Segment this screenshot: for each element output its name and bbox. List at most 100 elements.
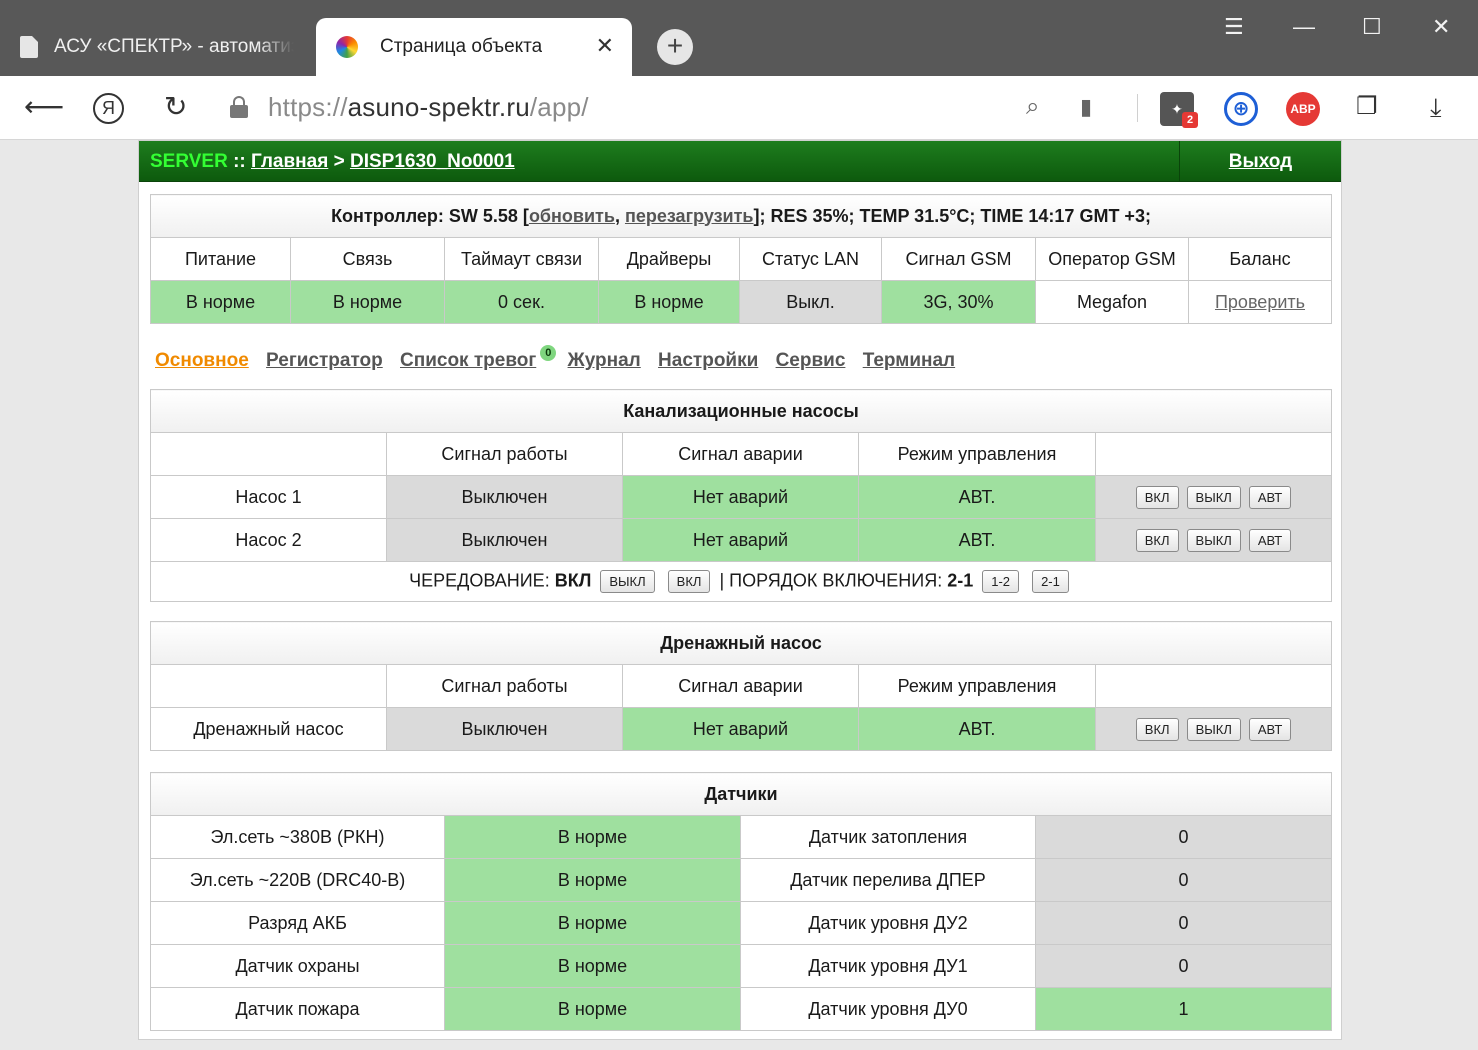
controller-info: Контроллер: SW 5.58 [обновить, перезагру… [149,194,1333,238]
gsm-signal: 3G, 30% [881,280,1036,324]
alternation-on-button[interactable]: ВКЛ [667,570,711,593]
reload-icon[interactable]: ↻ [164,90,187,124]
pump-on-button[interactable]: ВКЛ [1135,485,1179,509]
tab-alarm-list[interactable]: Список тревог [400,350,536,371]
tab-journal[interactable]: Журнал [568,350,641,371]
logout-link[interactable]: Выход [1229,151,1292,172]
table-row: Насос 2 Выключен Нет аварий АВТ. ВКЛ ВЫКЛ… [150,518,1332,562]
logout-cell: Выход [1179,141,1341,182]
col-header: Баланс [1187,237,1333,281]
col-header: Питание [150,237,291,281]
sensor-name: Эл.сеть ~220В (DRC40-B) [150,858,445,902]
order-1-2-button[interactable]: 1-2 [982,570,1020,593]
sensor-name: Датчик затопления [740,815,1036,859]
sensor-value: В норме [444,901,741,945]
pump-on-button[interactable]: ВКЛ [1135,717,1179,741]
search-page-icon[interactable]: ⌕ [1026,90,1039,124]
alarm-signal: Нет аварий [622,707,859,751]
update-link[interactable]: обновить [529,206,615,226]
sensor-value: 0 [1035,858,1332,902]
section-menu: Основное Регистратор Список тревог 0 Журн… [155,345,967,372]
sensor-value: В норме [444,944,741,988]
pump-name: Насос 2 [150,518,387,562]
breadcrumb-home-link[interactable]: Главная [251,151,328,172]
col-header: Связь [290,237,445,281]
browser-menu-icon[interactable]: ☰ [1224,14,1244,40]
work-signal: Выключен [386,707,623,751]
tab-service[interactable]: Сервис [776,350,846,371]
sensor-value: 0 [1035,901,1332,945]
tab-settings[interactable]: Настройки [658,350,758,371]
sensor-value: В норме [444,858,741,902]
bookmark-icon[interactable]: ▮ [1080,90,1092,124]
tab-active[interactable]: Страница объекта ✕ [316,18,632,76]
table-row: Датчик пожара В норме Датчик уровня ДУ0 … [150,987,1332,1031]
globe-extension-icon[interactable]: ⊕ [1224,92,1258,126]
pump-on-button[interactable]: ВКЛ [1135,528,1179,552]
new-tab-button[interactable]: + [657,29,693,65]
close-tab-icon[interactable]: ✕ [596,34,614,58]
sensor-name: Датчик уровня ДУ2 [740,901,1036,945]
pump-name: Насос 1 [150,475,387,519]
sensor-name: Эл.сеть ~380В (РКН) [150,815,445,859]
col-header: Сигнал работы [386,432,623,476]
pump-off-button[interactable]: ВЫКЛ [1186,485,1241,509]
alternation-value: ВКЛ [554,570,592,591]
control-mode: АВТ. [858,707,1096,751]
check-balance-link[interactable]: Проверить [1215,292,1305,312]
sensor-name: Разряд АКБ [150,901,445,945]
pump-name: Дренажный насос [150,707,387,751]
yandex-logo-icon[interactable]: Я [93,93,124,124]
power-status: В норме [150,280,291,324]
alarm-signal: Нет аварий [622,518,859,562]
tab-recorder[interactable]: Регистратор [266,350,383,371]
pump-auto-button[interactable]: АВТ [1248,528,1292,552]
col-header: Сигнал аварии [622,432,859,476]
pump-off-button[interactable]: ВЫКЛ [1186,717,1241,741]
maximize-button[interactable]: ☐ [1362,14,1382,40]
minimize-button[interactable]: — [1293,14,1315,40]
page-viewport: SERVER :: Главная > DISP1630_No0001 Выхо… [0,140,1478,1050]
sensor-value: В норме [444,987,741,1031]
connection-status: В норме [290,280,445,324]
adblock-plus-icon[interactable]: ABP [1286,92,1320,126]
breadcrumb-device-link[interactable]: DISP1630_No0001 [350,151,515,172]
tab-main[interactable]: Основное [155,350,249,371]
address-bar: ⟵ Я ↻ https://asuno-spektr.ru/app/ ⌕ ▮ ✦… [0,76,1478,140]
timeout-status: 0 сек. [444,280,599,324]
pump-controls: ВКЛ ВЫКЛ АВТ [1094,707,1333,751]
col-header: Сигнал GSM [881,237,1036,281]
lock-icon[interactable] [230,96,248,118]
balance-cell: Проверить [1187,280,1333,324]
drain-pump-title: Дренажный насос [149,621,1333,665]
breadcrumb: SERVER :: Главная > DISP1630_No0001 [150,151,515,172]
sensor-value: В норме [444,815,741,859]
download-icon[interactable]: ⤓ [1430,90,1442,124]
tab-inactive[interactable]: АСУ «СПЕКТР» - автоматизация [0,18,312,76]
sensors-table: Датчики Эл.сеть ~380В (РКН) В норме Датч… [150,772,1332,1031]
sensors-title: Датчики [150,772,1332,816]
col-header: Режим управления [858,664,1096,708]
order-2-1-button[interactable]: 2-1 [1032,570,1069,593]
alternation-off-button[interactable]: ВЫКЛ [600,570,655,593]
table-row: Насос 1 Выключен Нет аварий АВТ. ВКЛ ВЫКЛ… [150,475,1332,519]
close-window-button[interactable]: ✕ [1432,14,1450,40]
collections-icon[interactable]: ❐ [1356,90,1378,124]
reboot-link[interactable]: перезагрузить [625,206,754,226]
extension-icon[interactable]: ✦ 2 [1160,92,1198,128]
sewage-pumps-table: Канализационные насосы Сигнал работы Сиг… [150,389,1332,602]
pump-auto-button[interactable]: АВТ [1248,485,1292,509]
alternation-row: ЧЕРЕДОВАНИЕ: ВКЛ ВЫКЛ ВКЛ | ПОРЯДОК ВКЛЮ… [150,561,1332,602]
control-mode: АВТ. [858,518,1096,562]
col-header: Режим управления [858,432,1096,476]
sensor-value: 1 [1035,987,1332,1031]
tab-terminal[interactable]: Терминал [863,350,955,371]
back-arrow-icon[interactable]: ⟵ [24,90,64,124]
pump-off-button[interactable]: ВЫКЛ [1186,528,1241,552]
sensor-name: Датчик охраны [150,944,445,988]
col-header: Драйверы [598,237,740,281]
col-header: Сигнал аварии [622,664,859,708]
server-label: SERVER [150,151,228,172]
url-field[interactable]: https://asuno-spektr.ru/app/ [268,92,589,123]
pump-auto-button[interactable]: АВТ [1248,717,1292,741]
